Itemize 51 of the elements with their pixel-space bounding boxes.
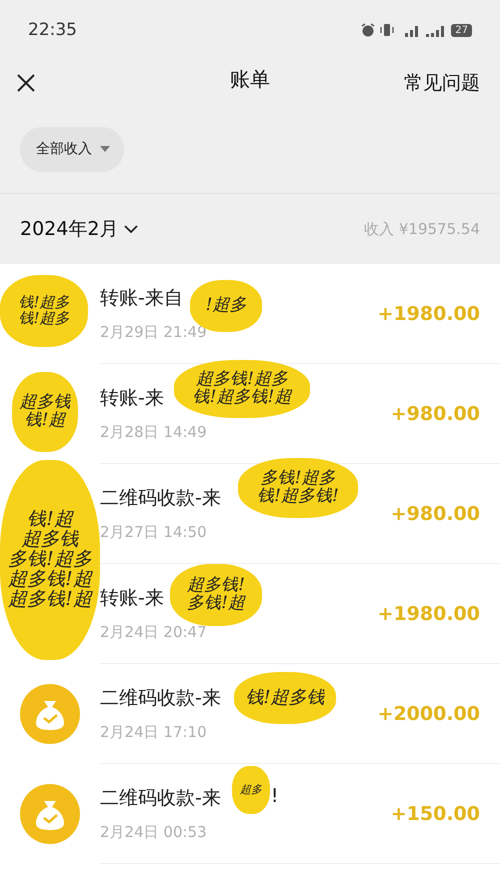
scribble-text: 超多钱! <box>187 577 245 595</box>
transaction-amount: +1980.00 <box>378 302 480 324</box>
scribble-text: 超多钱 <box>22 530 78 550</box>
scribble-text: 多钱!超 <box>187 595 245 613</box>
scribble-text: 多钱!超多 <box>260 470 336 488</box>
close-icon[interactable] <box>16 72 36 92</box>
scribble-text: 超多钱!超多 <box>196 371 288 389</box>
scribble-text: 钱!超 <box>27 510 73 530</box>
transaction-amount: +980.00 <box>390 402 480 424</box>
scribble-text: 钱!超多 <box>18 295 70 311</box>
transaction-amount: +150.00 <box>390 802 480 824</box>
income-total: 收入 ¥19575.54 <box>364 220 480 238</box>
transaction-date: 2月28日 14:49 <box>100 423 207 442</box>
money-bag-icon <box>20 784 80 844</box>
vibrate-icon <box>379 23 396 37</box>
battery-indicator: 27 <box>451 24 472 36</box>
scribble-text: !超多 <box>206 297 246 315</box>
transaction-date: 2月29日 21:49 <box>100 323 207 342</box>
scribble-text: 超多 <box>240 784 262 796</box>
transaction-amount: +980.00 <box>390 502 480 524</box>
scribble-text: 超多钱!超 <box>8 570 92 590</box>
scribble-text: 超多钱 <box>20 394 70 412</box>
page-title: 账单 <box>230 66 270 93</box>
scribble-text: 超多钱!超 <box>8 590 92 610</box>
transaction-date: 2月24日 00:53 <box>100 823 208 842</box>
transaction-title: 转账-来 <box>100 586 164 611</box>
transaction-title: 二维码收款-来 <box>100 686 221 711</box>
faq-link[interactable]: 常见问题 <box>404 70 480 96</box>
transaction-title: 二维码收款-来 <box>100 486 221 511</box>
transaction-amount: +1980.00 <box>378 602 480 624</box>
scribble-text: 钱!超 <box>24 412 66 430</box>
transaction-title: ! <box>270 785 278 809</box>
status-time: 22:35 <box>28 20 77 40</box>
transaction-title: 转账-来 <box>100 386 164 411</box>
transaction-date: 2月27日 14:50 <box>100 523 208 542</box>
alarm-icon <box>361 23 376 37</box>
scribble-text: 钱!超多钱 <box>245 688 325 708</box>
transaction-title: 二维码收款-来 <box>100 786 221 811</box>
dropdown-caret-icon <box>100 146 110 152</box>
transaction-date: 2月24日 20:47 <box>100 623 207 642</box>
filter-dropdown[interactable]: 全部收入 <box>20 126 124 172</box>
transaction-amount: +2000.00 <box>378 702 480 724</box>
chevron-down-icon <box>124 224 138 234</box>
money-bag-icon <box>20 684 80 744</box>
scribble-text: 多钱!超多 <box>8 550 92 570</box>
scribble-text: 钱!超多 <box>18 311 70 327</box>
scribble-text: 钱!超多钱! <box>257 488 339 506</box>
month-selector[interactable]: 2024年2月 <box>20 216 138 242</box>
transaction-date: 2月24日 17:10 <box>100 723 208 742</box>
scribble-text: 钱!超多钱!超 <box>192 389 292 407</box>
transaction-title: 转账-来自 <box>100 286 183 311</box>
